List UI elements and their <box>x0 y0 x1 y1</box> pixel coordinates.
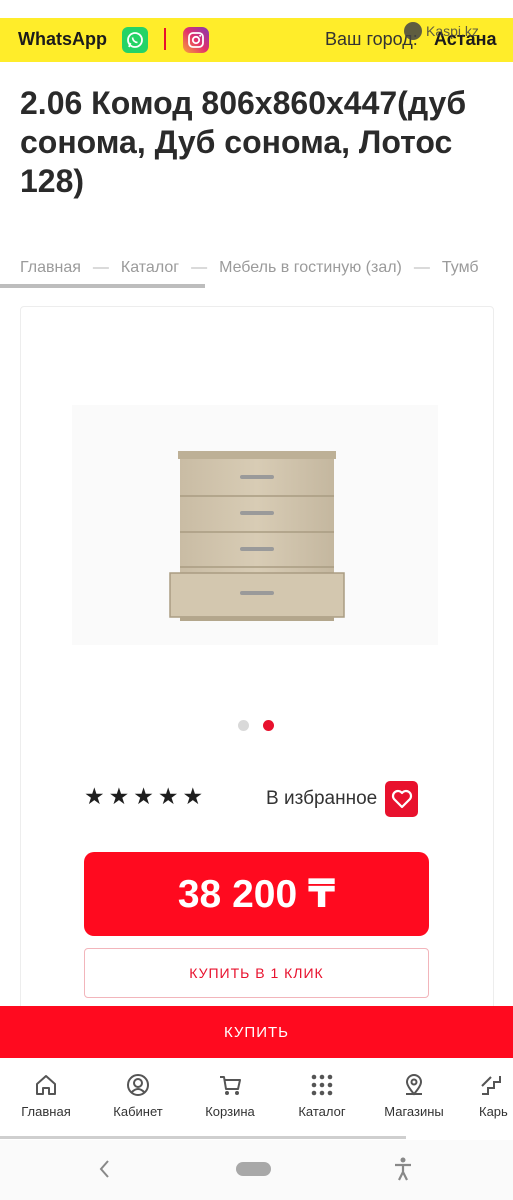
instagram-icon[interactable] <box>183 27 209 53</box>
nav-item-catalog[interactable]: Каталог <box>276 1072 368 1119</box>
dresser-illustration <box>169 451 345 621</box>
nav-label: Карь <box>479 1104 508 1119</box>
accessibility-icon[interactable] <box>392 1156 414 1182</box>
watermark-text: Kaspi.kz <box>426 23 479 39</box>
grid-icon <box>311 1074 333 1096</box>
breadcrumb-separator: — <box>92 259 109 276</box>
top-contact-bar: WhatsApp Ваш город: Астана Kaspi.kz <box>0 18 513 62</box>
breadcrumb-item-home[interactable]: Главная <box>20 259 81 281</box>
stairs-icon <box>481 1076 501 1095</box>
product-title: 2.06 Комод 806x860x447(дуб сонома, Дуб с… <box>20 85 467 199</box>
add-to-favorites[interactable]: В избранное <box>266 781 419 817</box>
rating-stars: ★★★★★ <box>84 783 208 809</box>
user-icon <box>127 1074 149 1096</box>
kaspi-logo-icon <box>404 22 422 40</box>
breadcrumb-item-living-room[interactable]: Мебель в гостиную (зал) <box>219 259 402 281</box>
kaspi-watermark: Kaspi.kz <box>404 22 479 40</box>
product-image[interactable] <box>72 405 438 645</box>
breadcrumb-separator: — <box>413 259 430 276</box>
nav-label: Кабинет <box>113 1104 163 1119</box>
image-dot-2-active[interactable] <box>263 720 274 731</box>
nav-label: Главная <box>21 1104 71 1119</box>
bottom-navigation: Главная Кабинет Корзина Каталог Магазины… <box>0 1060 513 1136</box>
bottom-nav-scroll-indicator <box>0 1136 406 1139</box>
nav-label: Каталог <box>298 1104 346 1119</box>
nav-item-stores[interactable]: Магазины <box>368 1072 460 1119</box>
favorite-label: В избранное <box>266 788 378 809</box>
home-icon <box>36 1075 56 1095</box>
cart-icon <box>220 1076 241 1095</box>
breadcrumb: Главная — Каталог — Мебель в гостиную (з… <box>20 259 479 281</box>
divider <box>164 28 166 50</box>
breadcrumb-scroll-indicator <box>0 284 205 288</box>
nav-item-cart[interactable]: Корзина <box>184 1072 276 1119</box>
whatsapp-label[interactable]: WhatsApp <box>18 29 107 50</box>
breadcrumb-item-catalog[interactable]: Каталог <box>121 259 179 281</box>
nav-label: Корзина <box>205 1104 255 1119</box>
heart-icon[interactable] <box>385 781 419 817</box>
nav-label: Магазины <box>384 1104 444 1119</box>
image-dot-1[interactable] <box>238 720 249 731</box>
home-gesture-pill[interactable] <box>236 1162 271 1176</box>
nav-item-career[interactable]: Карь <box>460 1072 513 1119</box>
system-navigation-bar <box>0 1140 513 1200</box>
nav-item-home[interactable]: Главная <box>0 1072 92 1119</box>
buy-one-click-button[interactable]: КУПИТЬ В 1 КЛИК <box>84 948 429 998</box>
price-display: 38 200 ₸ <box>84 852 429 936</box>
whatsapp-icon[interactable] <box>122 27 148 53</box>
nav-item-cabinet[interactable]: Кабинет <box>92 1072 184 1119</box>
back-icon[interactable] <box>95 1157 115 1181</box>
location-icon <box>405 1074 423 1096</box>
breadcrumb-separator: — <box>191 259 208 276</box>
breadcrumb-item-tumby[interactable]: Тумб <box>442 259 479 281</box>
image-pagination <box>238 720 274 731</box>
buy-button[interactable]: КУПИТЬ <box>0 1006 513 1058</box>
